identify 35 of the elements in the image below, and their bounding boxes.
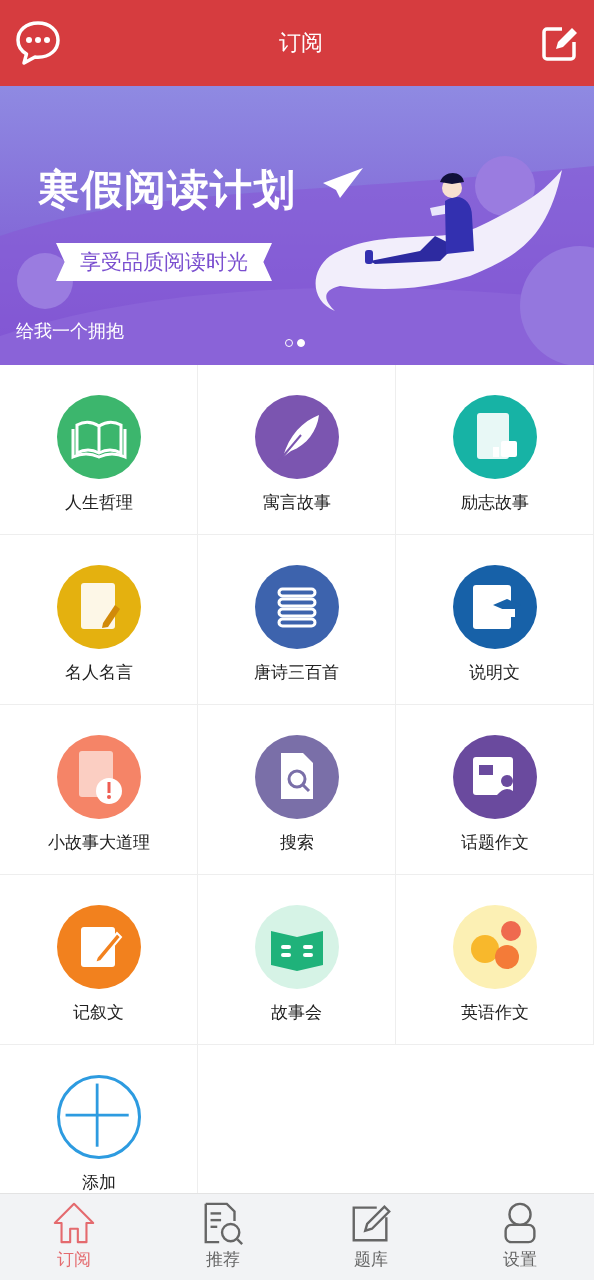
banner-tagline: 享受品质阅读时光 [56,243,272,281]
banner-headline: 寒假阅读计划 [38,164,296,216]
chat-icon[interactable] [14,19,62,67]
tab[interactable]: 设置 [445,1194,594,1280]
page-dot[interactable] [297,339,305,347]
category-label: 寓言故事 [262,491,331,514]
category-tile[interactable]: 英语作文 [396,875,594,1045]
category-tile[interactable]: 话题作文 [396,705,594,875]
category-tile[interactable]: 搜索 [198,705,396,875]
category-tile[interactable]: 故事会 [198,875,396,1045]
category-tile[interactable]: 唐诗三百首 [198,535,396,705]
banner-caption: 给我一个拥抱 [16,319,124,343]
category-tile[interactable]: 寓言故事 [198,365,396,535]
category-label: 说明文 [469,661,520,684]
category-label: 人生哲理 [64,491,133,514]
category-label: 故事会 [271,1001,322,1024]
category-label: 励志故事 [460,491,529,514]
category-tile[interactable]: 说明文 [396,535,594,705]
category-label: 名人名言 [64,661,133,684]
category-label: 小故事大道理 [47,831,150,854]
category-label: 唐诗三百首 [254,661,339,684]
category-label: 搜索 [279,831,314,854]
category-tile[interactable]: 记叙文 [0,875,198,1045]
category-label: 记叙文 [73,1001,124,1024]
category-tile[interactable]: 励志故事 [396,365,594,535]
category-label: 添加 [81,1171,116,1193]
category-tile[interactable]: 名人名言 [0,535,198,705]
tab[interactable]: 题库 [297,1194,446,1280]
tab[interactable]: 推荐 [148,1194,297,1280]
banner[interactable]: 寒假阅读计划 享受品质阅读时光 给我一个拥抱 [0,86,594,365]
page-title: 订阅 [279,29,323,57]
category-label: 英语作文 [460,1001,529,1024]
category-label: 话题作文 [460,831,529,854]
category-tile[interactable]: 小故事大道理 [0,705,198,875]
category-tile[interactable]: 人生哲理 [0,365,198,535]
